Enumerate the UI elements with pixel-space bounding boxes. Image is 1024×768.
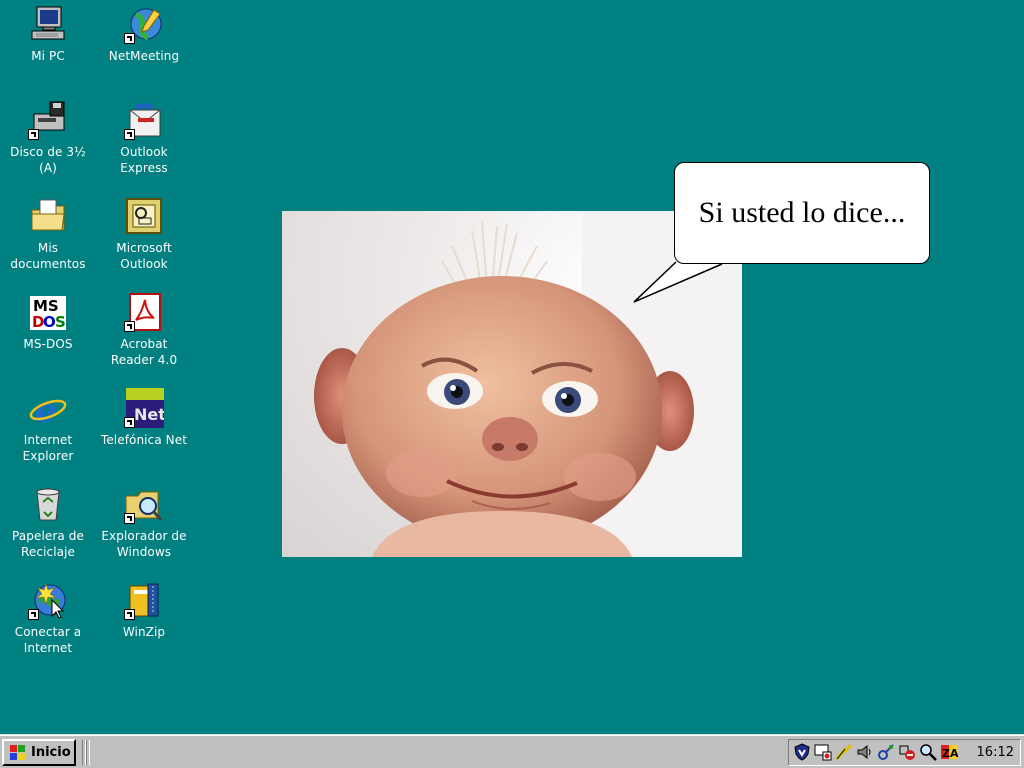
shield-icon[interactable] [793, 743, 811, 761]
volume-icon[interactable] [856, 743, 874, 761]
telefonica-badge: Net [134, 405, 164, 424]
floppy-drive-icon [28, 100, 68, 140]
desktop-icon-explorador-windows[interactable]: Explorador de Windows [96, 484, 192, 560]
taskbar: Inicio ZA 16:12 [0, 734, 1024, 768]
zonealarm-icon[interactable]: ZA [940, 743, 958, 761]
power-icon[interactable] [835, 743, 853, 761]
icon-label: Mis documentos [10, 241, 86, 271]
svg-text:O: O [43, 313, 56, 331]
desktop-icon-acrobat-reader[interactable]: Acrobat Reader 4.0 [96, 292, 192, 368]
taskbar-clock[interactable]: 16:12 [977, 745, 1014, 760]
speech-bubble-text: Si usted lo dice... [698, 196, 906, 229]
icon-label: Mi PC [31, 49, 65, 63]
icon-label: Microsoft Outlook [116, 241, 172, 271]
icon-label: Explorador de Windows [101, 529, 187, 559]
shortcut-arrow-icon [124, 321, 135, 332]
speech-bubble: Si usted lo dice... [674, 162, 930, 264]
shortcut-arrow-icon [124, 417, 135, 428]
monitor-icon[interactable] [814, 743, 832, 761]
desktop-icon-netmeeting[interactable]: NetMeeting [96, 4, 192, 64]
desktop-icon-papelera[interactable]: Papelera de Reciclaje [0, 484, 96, 560]
icon-label: Conectar a Internet [14, 625, 82, 655]
desktop[interactable]: Mi PC Disco de 3½ (A) Mis documentos MS … [0, 0, 1024, 734]
svg-text:S: S [55, 313, 66, 331]
telefonica-net-icon: Net [124, 388, 164, 428]
svg-text:e: e [35, 391, 57, 428]
icon-label: Outlook Express [120, 145, 168, 175]
desktop-icon-telefonica-net[interactable]: Net Telefónica Net [96, 388, 192, 448]
desktop-icon-disco-3-5[interactable]: Disco de 3½ (A) [0, 100, 96, 176]
quick-launch-handle[interactable] [86, 740, 90, 765]
netmeeting-icon [124, 4, 164, 44]
desktop-icon-mi-pc[interactable]: Mi PC [0, 4, 96, 64]
icon-label: Telefónica Net [100, 433, 188, 447]
recycle-bin-icon [28, 484, 68, 524]
internet-explorer-icon: e [28, 388, 68, 428]
desktop-icon-winzip[interactable]: WinZip [96, 580, 192, 640]
icon-label: Disco de 3½ (A) [10, 145, 86, 175]
network-icon[interactable] [877, 743, 895, 761]
desktop-icon-microsoft-outlook[interactable]: Microsoft Outlook [96, 196, 192, 272]
acrobat-icon [124, 292, 164, 332]
desktop-icon-outlook-express[interactable]: Outlook Express [96, 100, 192, 176]
explorer-icon [124, 484, 164, 524]
start-button[interactable]: Inicio [2, 739, 76, 766]
system-tray: ZA 16:12 [788, 739, 1021, 766]
icon-label: WinZip [122, 625, 166, 639]
icon-label: NetMeeting [108, 49, 180, 63]
shortcut-arrow-icon [28, 609, 39, 620]
start-label: Inicio [31, 745, 71, 760]
winzip-icon [124, 580, 164, 620]
computer-icon [28, 4, 68, 44]
shortcut-arrow-icon [124, 33, 135, 44]
magnifier-icon[interactable] [919, 743, 937, 761]
outlook-express-icon [124, 100, 164, 140]
connect-internet-icon [28, 580, 68, 620]
ms-dos-icon: MS D O S [28, 292, 68, 332]
windows-logo-icon [10, 744, 25, 760]
desktop-icon-conectar-internet[interactable]: Conectar a Internet [0, 580, 96, 656]
icon-label: Acrobat Reader 4.0 [110, 337, 178, 367]
shortcut-arrow-icon [124, 513, 135, 524]
icon-label: Papelera de Reciclaje [12, 529, 84, 559]
outlook-icon [124, 196, 164, 236]
shortcut-arrow-icon [124, 129, 135, 140]
desktop-icon-ms-dos[interactable]: MS D O S MS-DOS [0, 292, 96, 352]
documents-folder-icon [28, 196, 68, 236]
shortcut-arrow-icon [28, 129, 39, 140]
icon-label: MS-DOS [23, 337, 73, 351]
icon-label: Internet Explorer [22, 433, 74, 463]
antivirus-icon[interactable] [898, 743, 916, 761]
shortcut-arrow-icon [124, 609, 135, 620]
svg-text:ZA: ZA [942, 747, 958, 760]
desktop-icon-internet-explorer[interactable]: e Internet Explorer [0, 388, 96, 464]
desktop-icon-mis-documentos[interactable]: Mis documentos [0, 196, 96, 272]
